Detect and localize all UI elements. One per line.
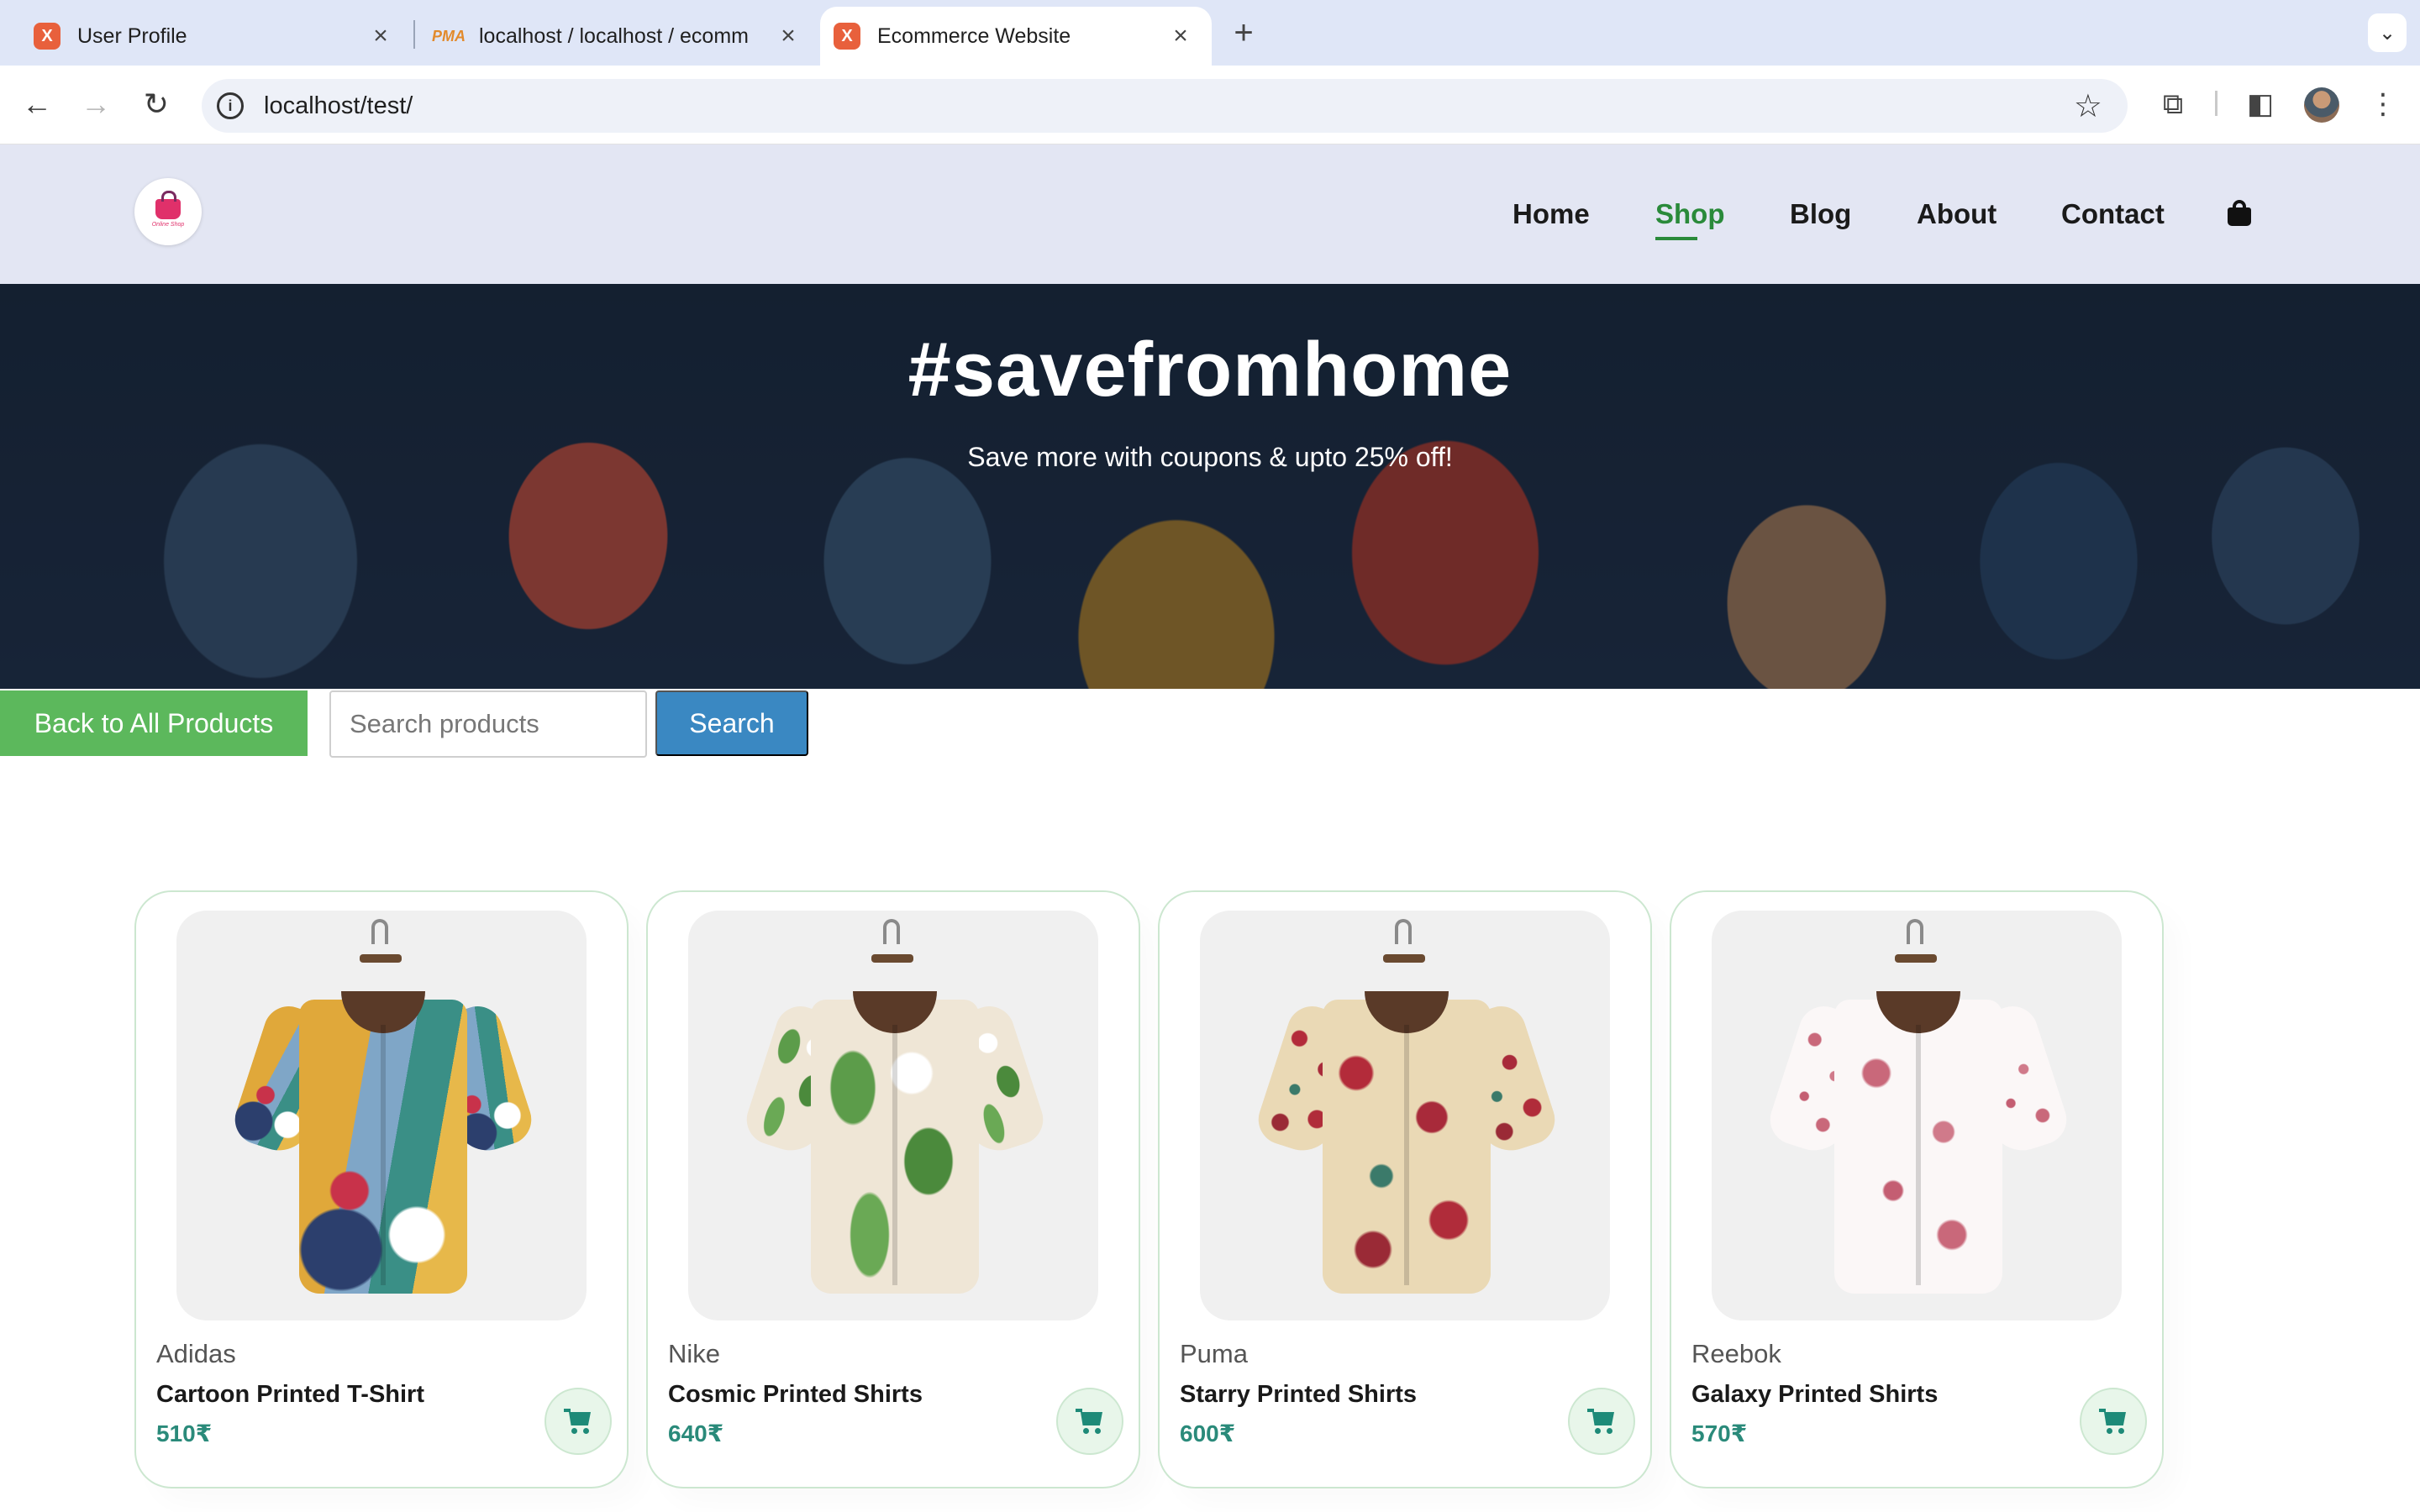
tab-title: User Profile	[77, 24, 187, 48]
nav-shop[interactable]: Shop	[1655, 198, 1724, 230]
toolbar-divider	[2215, 91, 2217, 116]
product-image[interactable]	[176, 911, 587, 1320]
product-name: Starry Printed Shirts	[1180, 1381, 1418, 1408]
product-brand: Puma	[1180, 1339, 1248, 1368]
product-name: Galaxy Printed Shirts	[1691, 1381, 1939, 1408]
product-image[interactable]	[1200, 911, 1610, 1320]
tab-title: localhost / localhost / ecomm	[479, 24, 749, 48]
product-brand: Reebok	[1691, 1339, 1781, 1368]
cart-icon	[1076, 1409, 1104, 1434]
tab-separator	[413, 20, 415, 49]
xampp-icon: X	[34, 23, 60, 50]
shirt-image	[1251, 966, 1562, 1302]
add-to-cart-button[interactable]	[1568, 1388, 1635, 1455]
shirt-image	[228, 966, 539, 1302]
cart-icon	[2099, 1409, 2128, 1434]
nav-contact[interactable]: Contact	[2061, 198, 2165, 230]
product-brand: Nike	[668, 1339, 721, 1368]
logo-text: Online Shop	[151, 222, 185, 228]
browser-tab-user-profile[interactable]: X User Profile ×	[0, 7, 412, 66]
product-price: 600₹	[1180, 1420, 1236, 1446]
shirt-image	[739, 966, 1050, 1302]
site-header: Online Shop Home Shop Blog About Contact	[0, 144, 2420, 284]
hero-subtitle: Save more with coupons & upto 25% off!	[967, 442, 1453, 472]
close-icon[interactable]: ×	[776, 22, 801, 50]
product-card[interactable]: Puma Starry Printed Shirts 600₹	[1158, 890, 1652, 1488]
shopping-bag-logo-icon	[155, 191, 181, 219]
side-panel-icon[interactable]: ◧	[2238, 82, 2282, 126]
phpmyadmin-icon: PMA	[432, 27, 466, 45]
cart-icon	[1587, 1409, 1616, 1434]
tab-search-dropdown-icon[interactable]: ⌄	[2368, 13, 2407, 52]
forward-arrow-icon[interactable]: →	[74, 82, 118, 126]
bookmark-star-icon[interactable]: ☆	[2074, 87, 2102, 125]
browser-tab-strip: X User Profile × PMA localhost / localho…	[0, 0, 2420, 66]
browser-tab-ecommerce[interactable]: X Ecommerce Website ×	[820, 7, 1212, 66]
url-text[interactable]: localhost/test/	[264, 92, 413, 120]
browser-tab-phpmyadmin[interactable]: PMA localhost / localhost / ecomm ×	[420, 7, 819, 66]
product-image[interactable]	[1712, 911, 2122, 1320]
shirt-image	[1763, 966, 2074, 1302]
product-price: 570₹	[1691, 1420, 1748, 1446]
search-input[interactable]	[329, 690, 647, 758]
search-button[interactable]: Search	[655, 690, 808, 756]
site-logo[interactable]: Online Shop	[134, 178, 202, 245]
tab-title: Ecommerce Website	[877, 24, 1071, 48]
close-icon[interactable]: ×	[368, 22, 393, 50]
new-tab-button[interactable]: +	[1227, 13, 1260, 52]
back-to-all-products-button[interactable]: Back to All Products	[0, 690, 308, 756]
product-name: Cartoon Printed T-Shirt	[156, 1381, 424, 1408]
xampp-icon: X	[834, 23, 860, 50]
product-price: 640₹	[668, 1420, 724, 1446]
add-to-cart-button[interactable]	[2080, 1388, 2147, 1455]
add-to-cart-button[interactable]	[1056, 1388, 1123, 1455]
back-arrow-icon[interactable]: ←	[15, 82, 59, 126]
browser-toolbar: ← → ↻ i localhost/test/ ☆ ⧉ ◧ ⋮	[0, 66, 2420, 144]
close-icon[interactable]: ×	[1168, 22, 1193, 50]
product-card[interactable]: Adidas Cartoon Printed T-Shirt 510₹	[134, 890, 629, 1488]
nav-about[interactable]: About	[1917, 198, 1996, 230]
shopping-bag-icon[interactable]	[2227, 199, 2252, 228]
site-info-icon[interactable]: i	[217, 92, 244, 119]
profile-avatar[interactable]	[2304, 87, 2339, 123]
product-image[interactable]	[688, 911, 1098, 1320]
product-price: 510₹	[156, 1420, 213, 1446]
hero-banner: #savefromhome Save more with coupons & u…	[0, 284, 2420, 689]
product-name: Cosmic Printed Shirts	[668, 1381, 923, 1408]
nav-home[interactable]: Home	[1512, 198, 1590, 230]
add-to-cart-button[interactable]	[544, 1388, 612, 1455]
product-card[interactable]: Reebok Galaxy Printed Shirts 570₹	[1670, 890, 2164, 1488]
product-brand: Adidas	[156, 1339, 236, 1368]
address-bar[interactable]: i localhost/test/ ☆	[202, 79, 2128, 133]
reload-icon[interactable]: ↻	[134, 82, 178, 126]
product-card[interactable]: Nike Cosmic Printed Shirts 640₹	[646, 890, 1140, 1488]
extensions-puzzle-icon[interactable]: ⧉	[2151, 82, 2195, 126]
cart-icon	[564, 1409, 592, 1434]
active-nav-underline	[1655, 237, 1697, 240]
more-menu-icon[interactable]: ⋮	[2361, 82, 2405, 126]
nav-blog[interactable]: Blog	[1790, 198, 1851, 230]
hero-title: #savefromhome	[908, 327, 1512, 412]
